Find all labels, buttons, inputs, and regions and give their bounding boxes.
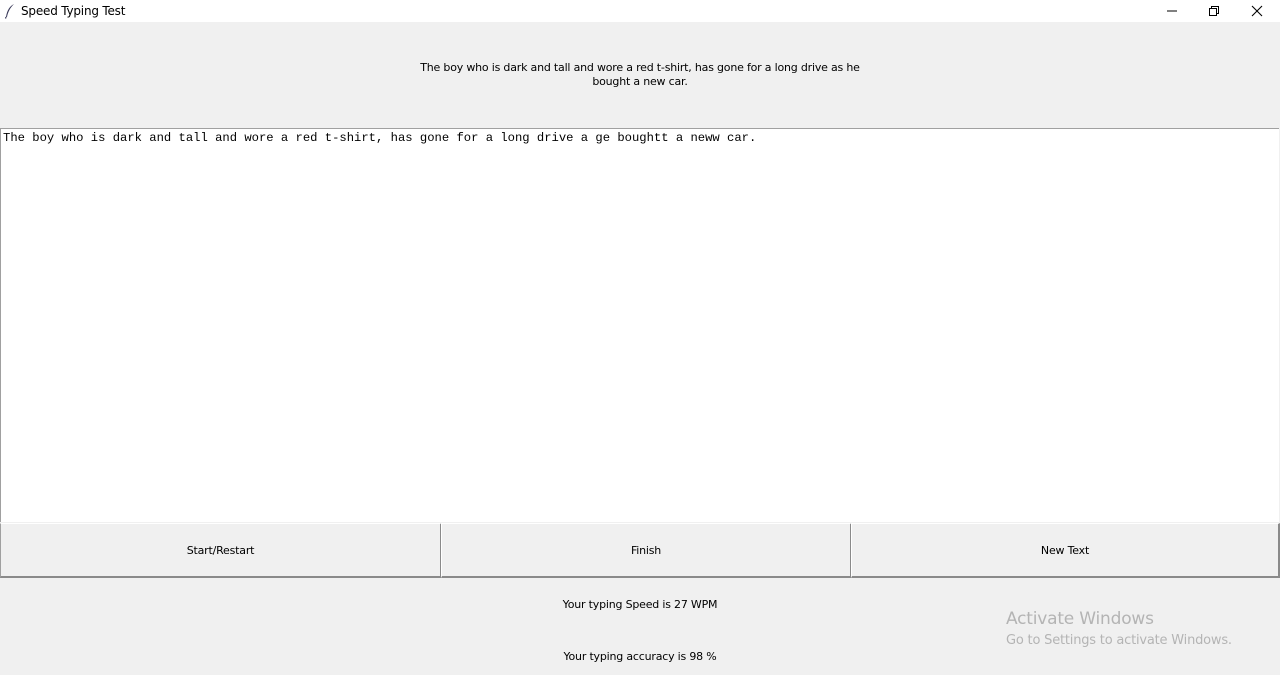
close-button[interactable] xyxy=(1236,0,1278,22)
minimize-button[interactable] xyxy=(1151,0,1193,22)
window-title: Speed Typing Test xyxy=(21,4,126,18)
target-sentence: The boy who is dark and tall and wore a … xyxy=(420,61,860,88)
new-text-button[interactable]: New Text xyxy=(851,523,1280,578)
close-icon xyxy=(1251,5,1263,17)
activate-windows-subtitle: Go to Settings to activate Windows. xyxy=(1006,633,1232,648)
typing-speed-label: Your typing Speed is 27 WPM xyxy=(562,598,718,611)
feather-icon xyxy=(4,3,16,19)
typing-accuracy-label: Your typing accuracy is 98 % xyxy=(563,650,717,663)
activate-windows-title: Activate Windows xyxy=(1006,609,1154,629)
start-restart-button[interactable]: Start/Restart xyxy=(0,523,442,578)
restore-button[interactable] xyxy=(1193,0,1235,22)
app-window: Speed Typing Test The boy who is dark an… xyxy=(0,0,1280,675)
typing-input[interactable]: The boy who is dark and tall and wore a … xyxy=(0,128,1279,522)
finish-button[interactable]: Finish xyxy=(441,523,852,578)
title-bar[interactable]: Speed Typing Test xyxy=(0,0,1280,22)
minimize-icon xyxy=(1166,5,1178,17)
restore-icon xyxy=(1208,5,1220,17)
typed-text: The boy who is dark and tall and wore a … xyxy=(3,131,757,145)
